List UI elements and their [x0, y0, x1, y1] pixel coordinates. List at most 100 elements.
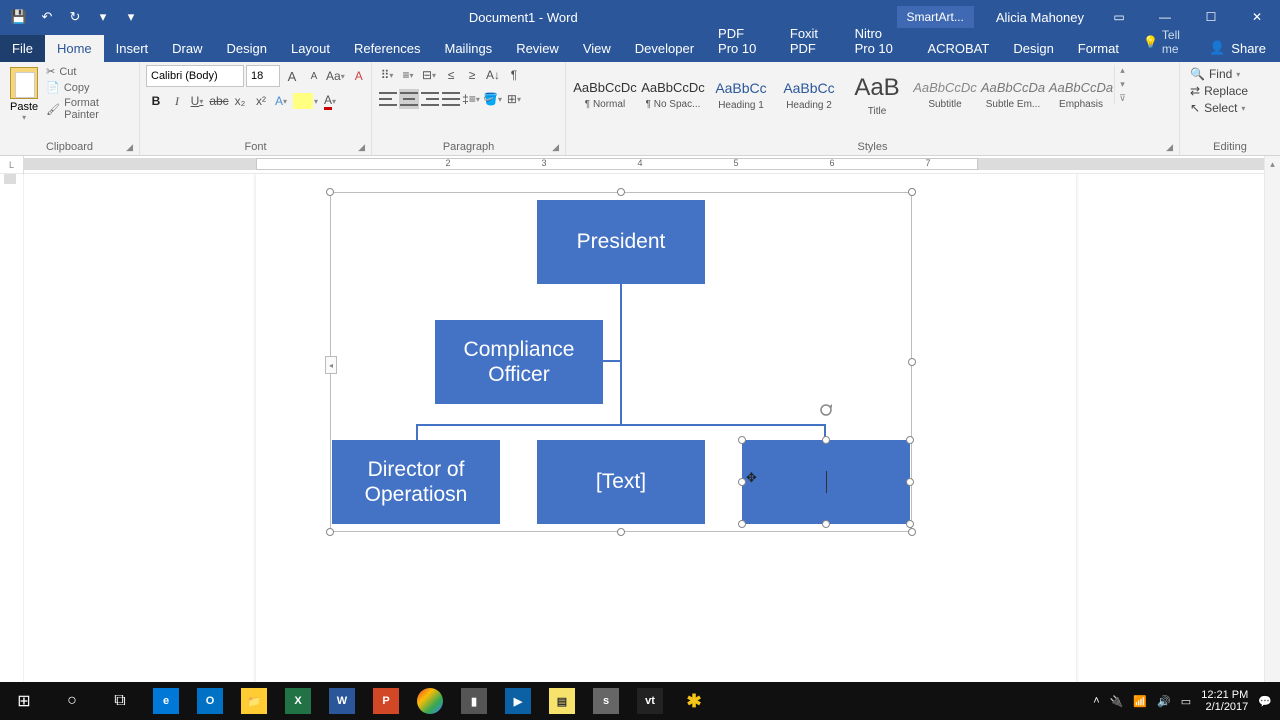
tellme-search[interactable]: 💡 Tell me	[1131, 22, 1195, 62]
tab-design[interactable]: Design	[215, 35, 279, 62]
tab-selector[interactable]: L	[0, 156, 24, 174]
shading-button[interactable]: 🪣▾	[483, 89, 504, 109]
resize-handle-s[interactable]	[617, 528, 625, 536]
tab-references[interactable]: References	[342, 35, 432, 62]
bullets-button[interactable]: ⠿▾	[378, 65, 398, 85]
text-effects-button[interactable]: A▾	[272, 91, 292, 111]
shape-handle-e[interactable]	[906, 478, 914, 486]
tab-view[interactable]: View	[571, 35, 623, 62]
tab-insert[interactable]: Insert	[104, 35, 161, 62]
sort-button[interactable]: A↓	[483, 65, 503, 85]
org-box-mid[interactable]: [Text]	[537, 440, 705, 524]
taskbar-app5[interactable]: ✱	[672, 682, 716, 720]
font-name-combo[interactable]: Calibri (Body)	[146, 65, 244, 87]
align-right-button[interactable]	[420, 89, 440, 109]
tab-draw[interactable]: Draw	[160, 35, 214, 62]
rotate-handle[interactable]	[818, 402, 834, 418]
tab-smartart-design[interactable]: Design	[1001, 35, 1065, 62]
format-painter-button[interactable]: 🖌Format Painter	[46, 97, 133, 121]
font-color-button[interactable]: A▾	[321, 91, 341, 111]
tray-notifications-icon[interactable]: 💬	[1258, 695, 1272, 708]
smartart-frame[interactable]: ◂ President Compliance Officer Director …	[330, 192, 912, 532]
vertical-scrollbar[interactable]: ▴	[1264, 156, 1280, 682]
resize-handle-e[interactable]	[908, 358, 916, 366]
align-center-button[interactable]	[399, 89, 419, 109]
resize-handle-sw[interactable]	[326, 528, 334, 536]
org-box-compliance[interactable]: Compliance Officer	[435, 320, 603, 404]
shape-handle-w[interactable]	[738, 478, 746, 486]
qat-customize-button[interactable]: ▾	[118, 4, 144, 30]
taskbar-sticky[interactable]: ▤	[540, 682, 584, 720]
select-button[interactable]: ↖Select ▾	[1190, 101, 1248, 115]
change-case-button[interactable]: Aa▾	[326, 66, 347, 86]
taskbar-excel[interactable]: X	[276, 682, 320, 720]
font-launcher[interactable]: ◢	[358, 142, 365, 153]
scroll-up-button[interactable]: ▴	[1265, 156, 1280, 172]
text-pane-toggle[interactable]: ◂	[325, 356, 337, 374]
grow-font-button[interactable]: A	[282, 66, 302, 86]
taskbar-word[interactable]: W	[320, 682, 364, 720]
subscript-button[interactable]: x₂	[230, 91, 250, 111]
tray-power-icon[interactable]: 🔌	[1110, 695, 1124, 708]
shape-handle-n[interactable]	[822, 436, 830, 444]
undo-button[interactable]: ↶	[34, 4, 60, 30]
style-item-2[interactable]: AaBbCcHeading 1	[708, 65, 774, 125]
taskbar-app4[interactable]: vt	[628, 682, 672, 720]
clear-formatting-button[interactable]: A	[349, 66, 369, 86]
borders-button[interactable]: ⊞▾	[505, 89, 525, 109]
user-name[interactable]: Alicia Mahoney	[984, 10, 1096, 25]
replace-button[interactable]: ⇄Replace	[1190, 84, 1248, 98]
tab-review[interactable]: Review	[504, 35, 571, 62]
org-box-president[interactable]: President	[537, 200, 705, 284]
taskbar-app1[interactable]: ▮	[452, 682, 496, 720]
shape-handle-s[interactable]	[822, 520, 830, 528]
resize-handle-se[interactable]	[908, 528, 916, 536]
increase-indent-button[interactable]: ≥	[462, 65, 482, 85]
ruler[interactable]: L 2 3 4 5 6 7	[0, 156, 1280, 174]
style-item-4[interactable]: AaBTitle	[844, 65, 910, 125]
taskbar-explorer[interactable]: 📁	[232, 682, 276, 720]
redo-button[interactable]: ↻	[62, 4, 88, 30]
tab-nitro[interactable]: Nitro Pro 10	[843, 20, 916, 62]
shape-handle-sw[interactable]	[738, 520, 746, 528]
tab-home[interactable]: Home	[45, 35, 104, 62]
qat-more-button[interactable]: ▾	[90, 4, 116, 30]
tray-chevron-icon[interactable]: ˄	[1093, 695, 1099, 707]
bold-button[interactable]: B	[146, 91, 166, 111]
tab-smartart-format[interactable]: Format	[1066, 35, 1131, 62]
close-button[interactable]: ✕	[1234, 0, 1280, 34]
taskbar-chrome[interactable]	[408, 682, 452, 720]
task-view-button[interactable]: ⧉	[96, 682, 144, 720]
paste-button[interactable]: Paste ▾	[6, 65, 42, 124]
styles-launcher[interactable]: ◢	[1166, 142, 1173, 153]
shrink-font-button[interactable]: A	[304, 66, 324, 86]
taskbar-powerpoint[interactable]: P	[364, 682, 408, 720]
shape-handle-ne[interactable]	[906, 436, 914, 444]
vertical-ruler[interactable]	[0, 174, 24, 682]
styles-more-button[interactable]: ▴▾⊽	[1114, 65, 1130, 104]
italic-button[interactable]: I	[167, 91, 187, 111]
strikethrough-button[interactable]: abc	[209, 91, 229, 111]
clipboard-launcher[interactable]: ◢	[126, 142, 133, 153]
multilevel-button[interactable]: ⊟▾	[420, 65, 440, 85]
resize-handle-n[interactable]	[617, 188, 625, 196]
paragraph-launcher[interactable]: ◢	[552, 142, 559, 153]
style-item-1[interactable]: AaBbCcDc¶ No Spac...	[640, 65, 706, 125]
tray-input-icon[interactable]: ▭	[1181, 695, 1191, 708]
tab-file[interactable]: File	[0, 35, 45, 62]
resize-handle-nw[interactable]	[326, 188, 334, 196]
taskbar-app2[interactable]: ▶	[496, 682, 540, 720]
numbering-button[interactable]: ≡▾	[399, 65, 419, 85]
tab-mailings[interactable]: Mailings	[433, 35, 505, 62]
system-clock[interactable]: 12:21 PM 2/1/2017	[1201, 689, 1248, 713]
tray-volume-icon[interactable]: 🔊	[1157, 695, 1171, 708]
cut-button[interactable]: ✂Cut	[46, 65, 133, 78]
style-item-6[interactable]: AaBbCcDaSubtle Em...	[980, 65, 1046, 125]
resize-handle-ne[interactable]	[908, 188, 916, 196]
decrease-indent-button[interactable]: ≤	[441, 65, 461, 85]
underline-button[interactable]: U▾	[188, 91, 208, 111]
taskbar-edge[interactable]: e	[144, 682, 188, 720]
style-item-0[interactable]: AaBbCcDc¶ Normal	[572, 65, 638, 125]
align-left-button[interactable]	[378, 89, 398, 109]
share-button[interactable]: 👤 Share	[1195, 34, 1280, 62]
